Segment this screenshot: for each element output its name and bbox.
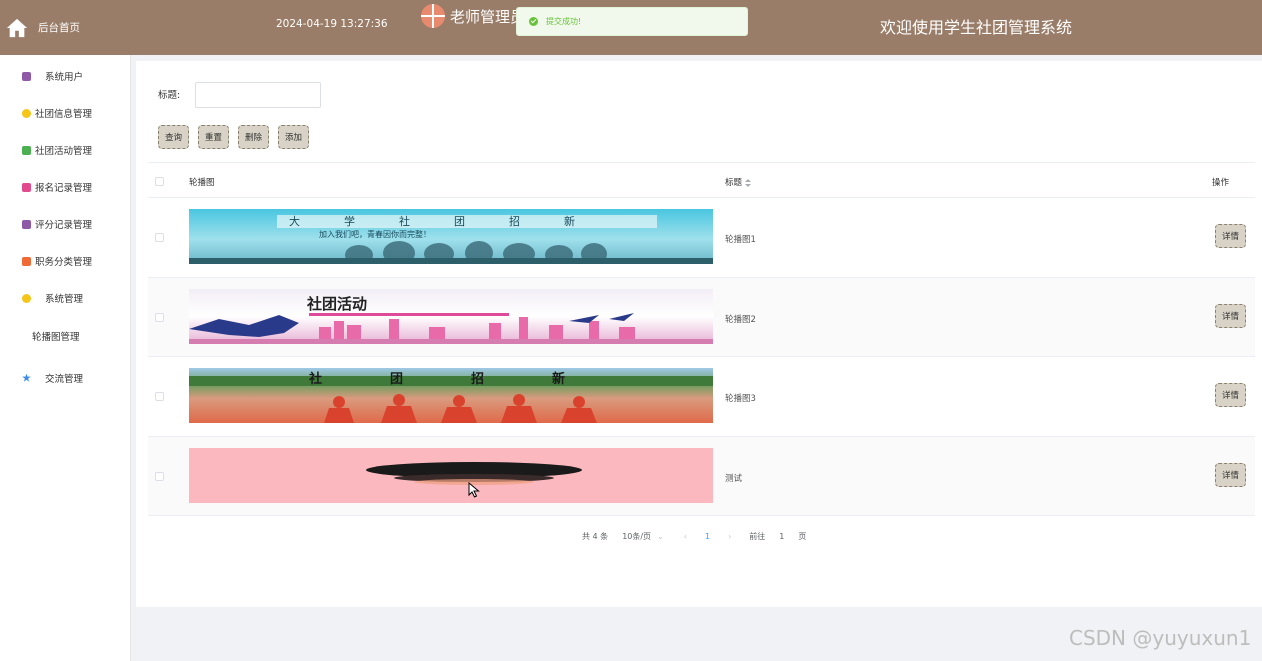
carousel-image <box>189 447 713 503</box>
add-button[interactable]: 添加 <box>278 125 309 149</box>
carousel-image: 社团活动 <box>189 288 713 344</box>
home-icon <box>6 18 28 37</box>
star-icon <box>22 373 31 382</box>
banner-heading: 社团活动 <box>306 295 367 313</box>
page-size-select[interactable]: 10条/页 <box>622 531 651 542</box>
home-button[interactable]: 后台首页 <box>0 0 132 55</box>
main-content: 标题: 查询 重置 删除 添加 轮播图 标题 操作 大学社团招新 加入我们吧，青… <box>136 61 1262 607</box>
chat-icon <box>22 145 31 155</box>
form-icon <box>22 182 31 192</box>
detail-button[interactable]: 详情 <box>1215 462 1246 487</box>
mouse-cursor-icon <box>468 482 480 498</box>
user-icon <box>22 71 31 81</box>
settings-icon <box>22 293 31 303</box>
search-title-input[interactable] <box>195 82 321 108</box>
sidebar-item-label: 交流管理 <box>45 374 84 385</box>
prev-page-icon[interactable]: ‹ <box>684 532 687 541</box>
current-page[interactable]: 1 <box>705 532 710 541</box>
header-title[interactable]: 标题 <box>725 176 752 188</box>
sidebar-item-system-management[interactable]: 系统管理 <box>0 286 131 310</box>
sidebar-item-carousel-management[interactable]: 轮播图管理 <box>0 324 131 348</box>
carousel-image: 社团招新 <box>189 368 713 423</box>
row-title: 测试 <box>725 473 743 484</box>
carousel-image-art: 社团招新 <box>189 371 713 423</box>
sidebar-item-label: 职务分类管理 <box>35 257 93 268</box>
table-row: 大学社团招新 加入我们吧，青春因你而完整！ 轮播图1 详情 <box>148 198 1255 278</box>
row-checkbox[interactable] <box>155 392 164 401</box>
table-row: 社团招新 轮播图3 详情 <box>148 357 1255 437</box>
sidebar-item-club-activity[interactable]: 社团活动管理 <box>0 138 131 162</box>
banner-subheading: 加入我们吧，青春因你而完整！ <box>319 229 431 239</box>
toast-message: 提交成功! <box>546 17 582 26</box>
pagination: 共 4 条 10条/页 ⌄ ‹ 1 › 前往 1 页 <box>582 531 806 542</box>
row-checkbox[interactable] <box>155 233 164 242</box>
banner-heading: 大学社团招新 <box>289 214 619 228</box>
row-title: 轮播图1 <box>725 235 756 245</box>
query-button[interactable]: 查询 <box>158 125 189 149</box>
sort-icon[interactable] <box>745 178 752 187</box>
carousel-image-art <box>366 461 582 485</box>
detail-button[interactable]: 详情 <box>1215 303 1246 328</box>
carousel-image-art: 大学社团招新 加入我们吧，青春因你而完整！ <box>189 214 713 264</box>
header-actions: 操作 <box>1212 178 1230 188</box>
page-unit-label: 页 <box>798 532 807 541</box>
row-checkbox[interactable] <box>155 312 164 322</box>
delete-button[interactable]: 删除 <box>238 125 269 149</box>
role-display: 老师管理员 <box>421 4 525 28</box>
sidebar-item-label: 社团活动管理 <box>35 146 93 157</box>
header-title-label: 标题 <box>725 178 743 188</box>
row-checkbox[interactable] <box>155 471 164 481</box>
table-row: 测试 详情 <box>148 436 1255 516</box>
carousel-table: 轮播图 标题 操作 大学社团招新 加入我们吧，青春因你而完整！ 轮播图1 详情 … <box>148 162 1255 516</box>
table-header: 轮播图 标题 操作 <box>148 162 1255 198</box>
reset-button[interactable]: 重置 <box>198 125 229 149</box>
role-label: 老师管理员 <box>450 7 526 26</box>
goto-label: 前往 <box>749 532 766 541</box>
sidebar-item-label: 报名记录管理 <box>35 183 93 194</box>
info-icon <box>22 108 31 118</box>
row-title: 轮播图3 <box>725 394 756 404</box>
sidebar-item-label: 轮播图管理 <box>32 332 80 343</box>
table-row: 社团活动 轮播图2 详情 <box>148 277 1255 357</box>
detail-button[interactable]: 详情 <box>1215 383 1246 407</box>
success-toast: 提交成功! <box>516 7 748 36</box>
role-avatar-icon <box>421 4 445 28</box>
search-title-label: 标题: <box>158 90 181 101</box>
next-page-icon[interactable]: › <box>728 532 731 541</box>
datetime-display: 2024-04-19 13:27:36 <box>276 18 388 30</box>
goto-page-input[interactable]: 1 <box>779 532 784 541</box>
sidebar-item-system-users[interactable]: 系统用户 <box>0 64 131 88</box>
select-all-checkbox[interactable] <box>155 177 164 186</box>
sidebar-item-signup-records[interactable]: 报名记录管理 <box>0 175 131 199</box>
header-image: 轮播图 <box>189 178 215 188</box>
detail-button[interactable]: 详情 <box>1215 224 1246 248</box>
sidebar-item-position-category[interactable]: 职务分类管理 <box>0 249 131 273</box>
pagination-total: 共 4 条 <box>582 532 609 541</box>
watermark: CSDN @yuyuxun1 <box>1069 626 1252 650</box>
welcome-text: 欢迎使用学生社团管理系统 <box>880 18 1073 37</box>
score-icon <box>22 219 31 229</box>
banner-heading: 社团招新 <box>308 371 633 387</box>
chevron-down-icon[interactable]: ⌄ <box>657 532 664 541</box>
home-label: 后台首页 <box>38 22 80 34</box>
sidebar-item-score-records[interactable]: 评分记录管理 <box>0 212 131 236</box>
check-circle-icon <box>529 17 538 26</box>
sidebar-item-communication[interactable]: 交流管理 <box>0 366 131 390</box>
sidebar: 系统用户 社团信息管理 社团活动管理 报名记录管理 评分记录管理 职务分类管理 … <box>0 55 131 661</box>
sidebar-item-club-info[interactable]: 社团信息管理 <box>0 101 131 125</box>
sidebar-item-label: 社团信息管理 <box>35 109 93 120</box>
sidebar-item-label: 系统用户 <box>45 72 84 83</box>
carousel-image-art: 社团活动 <box>189 295 713 344</box>
grid-icon <box>22 256 31 266</box>
carousel-image: 大学社团招新 加入我们吧，青春因你而完整！ <box>189 209 713 264</box>
sidebar-item-label: 评分记录管理 <box>35 220 93 231</box>
sidebar-item-label: 系统管理 <box>45 294 84 305</box>
row-title: 轮播图2 <box>725 314 756 325</box>
